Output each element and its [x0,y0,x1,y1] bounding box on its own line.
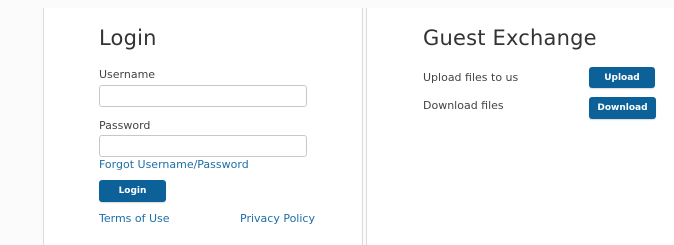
download-description: Download files [423,99,504,112]
username-input[interactable] [99,85,307,107]
panel-divider-left [362,8,363,245]
guest-exchange-heading: Guest Exchange [423,26,597,50]
upload-description: Upload files to us [423,71,519,84]
upload-button[interactable]: Upload [589,67,655,88]
password-label: Password [99,119,151,132]
password-input[interactable] [99,135,307,157]
forgot-password-link[interactable]: Forgot Username/Password [99,158,249,171]
guest-exchange-page: Login Username Password Forgot Username/… [0,0,674,245]
download-button[interactable]: Download [589,97,656,119]
username-label: Username [99,68,156,81]
login-button[interactable]: Login [99,180,166,202]
privacy-policy-link[interactable]: Privacy Policy [240,212,315,225]
login-heading: Login [99,26,157,50]
terms-of-use-link[interactable]: Terms of Use [99,212,170,225]
login-panel [44,8,362,245]
